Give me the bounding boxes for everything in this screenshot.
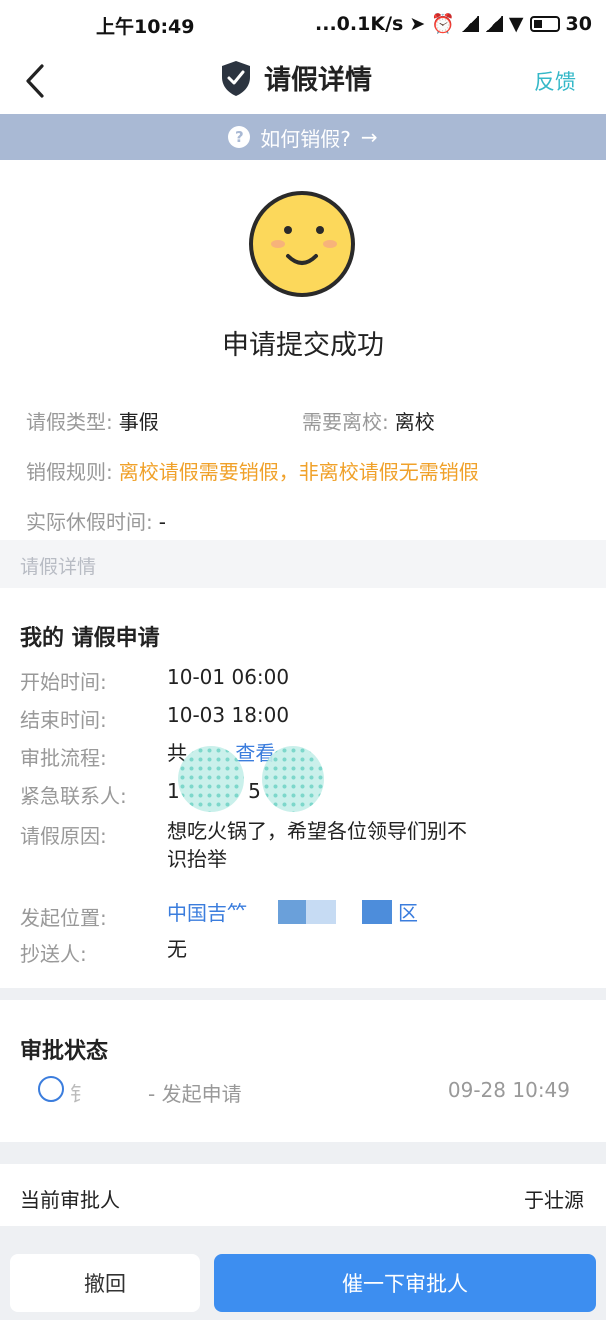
leave-type-value: 事假 [118, 410, 159, 434]
approval-applicant: 钅 [70, 1082, 90, 1106]
howto-text: 如何销假? [260, 126, 351, 151]
flow-label: 审批流程: [20, 746, 107, 770]
privacy-pixel-1 [278, 900, 306, 924]
shield-check-icon [222, 60, 250, 96]
privacy-blur-2 [262, 746, 324, 812]
location-tail: 区 [398, 901, 418, 925]
contact-label: 紧急联系人: [20, 784, 127, 808]
end-time-value: 10-03 18:00 [167, 703, 290, 727]
leave-school-label: 需要离校: [302, 410, 389, 434]
leave-type-row: 请假类型: 事假 [26, 406, 159, 435]
status-indicators: ...0.1K/s ➤ ⏰ ▼ 30 [315, 12, 592, 36]
location-icon: ➤ [409, 12, 426, 35]
rule-label: 销假规则: [26, 460, 113, 484]
bottom-action-bar: 撤回 催一下审批人 [0, 1250, 606, 1320]
result-card: 申请提交成功 请假类型: 事假 需要离校: 离校 销假规则: 离校请假需要销假，非离校… [0, 160, 606, 540]
leave-school-row: 需要离校: 离校 [302, 406, 435, 435]
start-time-value: 10-01 06:00 [167, 665, 290, 689]
status-time: 上午10:49 [96, 16, 195, 38]
reason-line-2: 识抬举 [167, 847, 227, 871]
current-approver-row: 当前审批人 于壮源 [0, 1164, 606, 1226]
arrow-right-icon: → [360, 125, 378, 149]
rule-row: 销假规则: 离校请假需要销假，非离校请假无需销假 [26, 456, 479, 485]
privacy-blur [178, 746, 244, 812]
wifi-icon: ▼ [508, 12, 524, 35]
start-time-label: 开始时间: [20, 670, 107, 694]
approval-status-title: 审批状态 [20, 1039, 109, 1064]
chevron-left-icon[interactable] [20, 62, 54, 100]
urge-approver-button[interactable]: 催一下审批人 [214, 1254, 596, 1312]
network-speed: ...0.1K/s [315, 12, 404, 35]
approval-action: - 发起申请 [148, 1082, 242, 1106]
approval-status-card: 审批状态 钅 - 发起申请 09-28 10:49 [0, 1000, 606, 1142]
detail-title: 我的 请假申请 [20, 626, 160, 651]
cc-label: 抄送人: [20, 942, 87, 966]
end-time-label: 结束时间: [20, 708, 107, 732]
contact-value-tail: 5 [248, 779, 261, 803]
withdraw-button[interactable]: 撤回 [10, 1254, 200, 1312]
current-approver-label: 当前审批人 [20, 1188, 120, 1212]
feedback-link[interactable]: 反馈 [534, 66, 576, 96]
section-label: 请假详情 [0, 540, 606, 588]
battery-level: 30 [565, 12, 592, 35]
page-title: 请假详情 [264, 65, 372, 96]
approval-time: 09-28 10:49 [447, 1078, 570, 1102]
reason-label: 请假原因: [20, 824, 107, 848]
cc-value: 无 [167, 937, 187, 961]
leave-detail-card: 我的 请假申请 开始时间: 10-01 06:00 结束时间: 10-03 18… [0, 588, 606, 988]
privacy-pixel-2 [306, 900, 336, 924]
alarm-icon: ⏰ [431, 13, 455, 35]
smiley-face-icon [249, 191, 355, 297]
nav-title-group: 请假详情 [220, 58, 372, 97]
howto-banner[interactable]: ? 如何销假? → [0, 114, 606, 160]
signal-icon-2 [484, 15, 503, 32]
question-icon: ? [228, 126, 251, 148]
location-label: 发起位置: [20, 906, 107, 930]
actual-time-row: 实际休假时间: - [26, 506, 166, 535]
battery-icon [529, 15, 560, 32]
reason-line-1: 想吃火锅了，希望各位领导们别不 [167, 819, 467, 843]
leave-type-label: 请假类型: [26, 410, 113, 434]
success-message: 申请提交成功 [222, 330, 384, 361]
status-bar: 上午10:49 ...0.1K/s ➤ ⏰ ▼ 30 [0, 0, 606, 48]
signal-icon [460, 15, 479, 32]
actual-time-value: - [158, 510, 166, 534]
status-circle-icon [38, 1076, 64, 1102]
actual-time-label: 实际休假时间: [26, 510, 153, 534]
nav-bar: 请假详情 反馈 [0, 48, 606, 114]
location-value[interactable]: 中国吉⺮ [167, 898, 247, 928]
leave-school-value: 离校 [394, 410, 435, 434]
privacy-pixel-3 [362, 900, 392, 924]
rule-value: 离校请假需要销假，非离校请假无需销假 [118, 460, 479, 484]
current-approver-name: 于壮源 [524, 1188, 584, 1212]
